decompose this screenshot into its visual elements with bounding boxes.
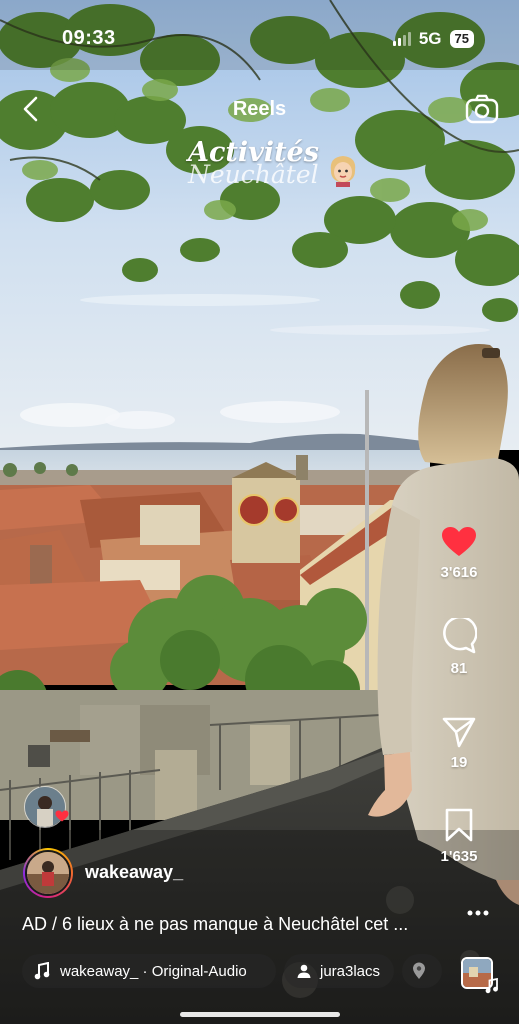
audio-chip[interactable]: wakeaway_ · Original-Audio (22, 954, 276, 988)
like-count: 3'616 (440, 564, 478, 581)
status-time: 09:33 (62, 27, 116, 49)
location-chip[interactable] (402, 954, 442, 988)
save-count: 1'635 (440, 848, 478, 865)
tagged-user-label: jura3lacs (320, 962, 381, 980)
reel-caption[interactable]: AD / 6 lieux à ne pas manque à Neuchâtel… (22, 914, 408, 935)
share-icon[interactable] (442, 716, 476, 748)
sticker-subtitle: Neuchâtel (188, 160, 319, 189)
home-indicator (180, 1012, 340, 1017)
save-action[interactable]: 1'635 (419, 808, 499, 865)
comment-count: 81 (450, 660, 468, 677)
music-note-icon (485, 978, 498, 994)
heart-icon[interactable] (441, 526, 477, 558)
person-icon (297, 964, 311, 978)
memoji-sticker (330, 156, 356, 187)
share-action[interactable]: 19 (419, 716, 499, 771)
comment-icon[interactable] (441, 618, 477, 654)
music-icon (34, 962, 50, 980)
audio-chip-label: wakeaway_ · Original-Audio (60, 962, 247, 980)
author-avatar[interactable] (23, 848, 73, 898)
location-icon (413, 962, 425, 979)
like-action[interactable]: 3'616 (419, 526, 499, 581)
more-icon[interactable] (467, 910, 489, 916)
status-indicators: 5G 75 (392, 29, 474, 49)
share-count: 19 (450, 754, 468, 771)
author-username[interactable]: wakeaway_ (85, 862, 183, 883)
page-title: Reels (232, 98, 287, 120)
signal-icon (392, 32, 411, 46)
tagged-user-chip[interactable]: jura3lacs (284, 954, 394, 988)
bookmark-icon[interactable] (444, 808, 474, 842)
comment-action[interactable]: 81 (419, 618, 499, 677)
liker-heart-icon (55, 810, 69, 822)
author-avatar-image (27, 852, 69, 894)
camera-icon[interactable] (465, 93, 499, 125)
network-label: 5G (418, 29, 442, 48)
battery-indicator: 75 (449, 30, 474, 48)
reel-video[interactable]: 09:33 5G 75 Reels Activités Neuchâtel 3'… (0, 0, 519, 1024)
